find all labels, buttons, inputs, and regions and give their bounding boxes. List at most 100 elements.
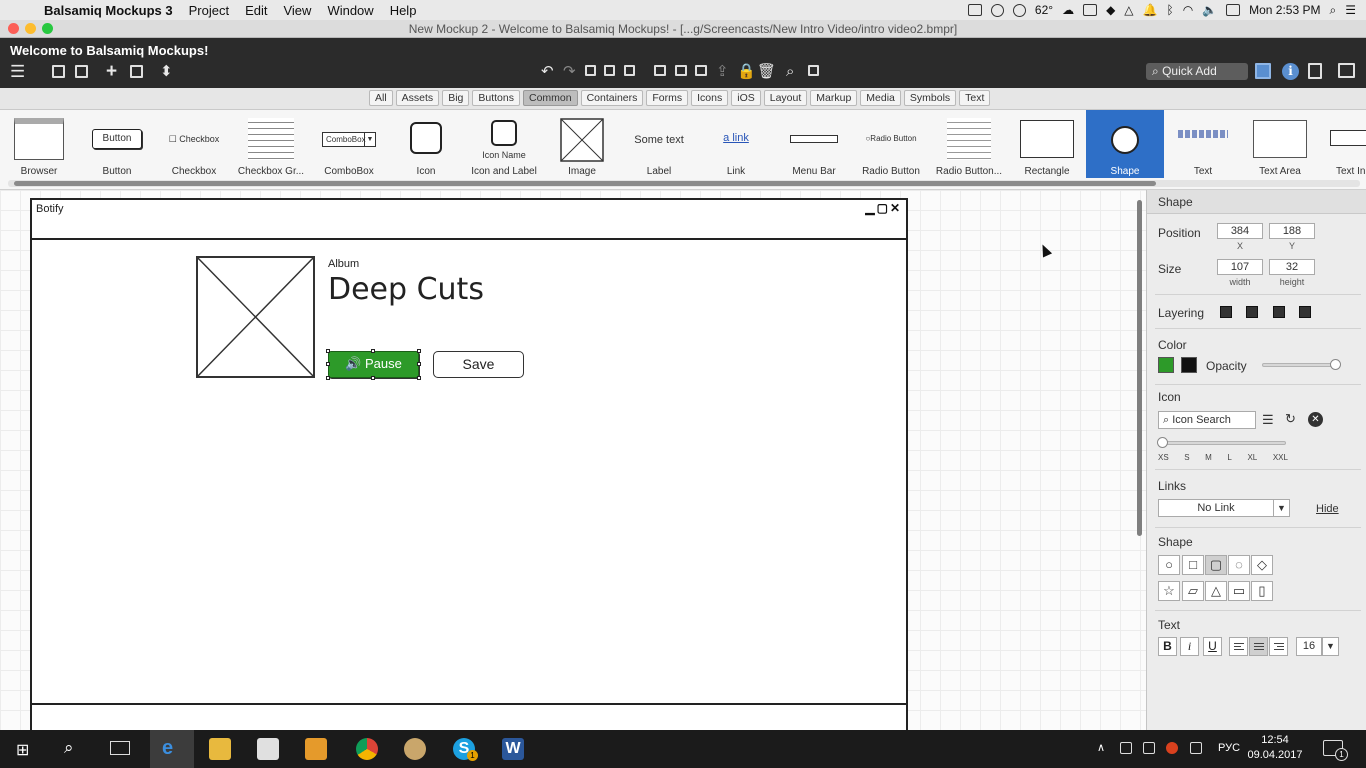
shape-dashed-circle-icon[interactable]: ◌ — [1228, 555, 1250, 575]
app-menu[interactable]: Balsamiq Mockups 3 — [40, 3, 181, 18]
library-item-icon-and-label[interactable]: Icon Name Icon and Label — [465, 110, 543, 178]
menu-view[interactable]: View — [275, 3, 319, 18]
canvas-scroll-thumb[interactable] — [1137, 200, 1142, 536]
notes-icon[interactable] — [1308, 63, 1322, 79]
copy-icon[interactable] — [604, 65, 615, 76]
align-center-icon[interactable] — [1249, 637, 1268, 656]
filter-tab-assets[interactable]: Assets — [395, 90, 440, 106]
size-l[interactable]: L — [1227, 453, 1231, 462]
spotlight-icon[interactable]: ⌕ — [1330, 3, 1337, 18]
wifi-icon[interactable]: ◠ — [1183, 3, 1193, 17]
menu-help[interactable]: Help — [382, 3, 425, 18]
italic-button[interactable]: i — [1180, 637, 1199, 656]
flip-icon[interactable]: ↻ — [1285, 411, 1296, 427]
album-image-placeholder[interactable] — [196, 256, 315, 378]
size-m[interactable]: M — [1205, 453, 1212, 462]
shape-triangle-icon[interactable]: △ — [1205, 581, 1227, 601]
keyboard-language[interactable]: РУС — [1218, 742, 1240, 754]
resize-handle[interactable] — [326, 362, 330, 366]
mockup-window[interactable]: Botify ▁▢✕ Album Deep Cuts 🔊 Pause Save — [30, 198, 908, 743]
font-size-chevron-icon[interactable]: ▼ — [1322, 637, 1339, 656]
resize-handle[interactable] — [417, 362, 421, 366]
fill-color-swatch[interactable] — [1158, 357, 1174, 373]
icon-size-slider[interactable] — [1157, 437, 1286, 448]
save-button[interactable]: Save — [433, 351, 524, 378]
donotdisturb-icon[interactable] — [1012, 3, 1026, 17]
shape-diamond-icon[interactable]: ◇ — [1251, 555, 1273, 575]
filter-tab-layout[interactable]: Layout — [763, 90, 808, 106]
resize-handle[interactable] — [326, 349, 330, 353]
align-left-icon[interactable] — [1229, 637, 1248, 656]
filter-tab-containers[interactable]: Containers — [580, 90, 644, 106]
mockup-canvas[interactable]: Botify ▁▢✕ Album Deep Cuts 🔊 Pause Save — [0, 190, 1146, 743]
bell-icon[interactable]: 🔔 — [1143, 3, 1158, 17]
library-item-combobox[interactable]: ComboBox ▼ ComboBox — [310, 110, 388, 178]
resize-handle[interactable] — [326, 376, 330, 380]
cloud-icon[interactable]: ☁ — [1062, 3, 1074, 17]
link-select[interactable]: No Link — [1158, 499, 1274, 517]
ungroup-icon[interactable] — [675, 65, 687, 76]
library-item-text-input[interactable]: Text In — [1318, 110, 1366, 178]
album-label[interactable]: Album — [328, 258, 359, 270]
grid-app-icon[interactable] — [1083, 4, 1098, 16]
zoom-icon[interactable]: ⌕ — [786, 64, 794, 80]
size-xxl[interactable]: XXL — [1273, 453, 1288, 462]
screen-record-icon[interactable] — [967, 4, 982, 16]
library-item-rectangle[interactable]: Rectangle — [1008, 110, 1086, 178]
lock-icon[interactable]: 🔒 — [737, 64, 756, 80]
position-x-field[interactable]: 384 — [1217, 223, 1263, 239]
library-item-checkbox[interactable]: ☐ Checkbox Checkbox — [155, 110, 233, 178]
resize-handle[interactable] — [417, 376, 421, 380]
paint-icon[interactable] — [404, 738, 426, 760]
shape-rectangle-icon[interactable]: □ — [1182, 555, 1204, 575]
shape-circle-icon[interactable]: ○ — [1158, 555, 1180, 575]
library-item-shape[interactable]: Shape — [1086, 110, 1164, 178]
dropbox-icon[interactable]: ◆ — [1106, 3, 1115, 17]
library-item-label[interactable]: Some text Label — [620, 110, 698, 178]
grid-view-icon[interactable] — [75, 65, 88, 78]
store-icon[interactable] — [257, 738, 279, 760]
clear-icon[interactable]: ✕ — [1308, 412, 1323, 427]
bring-to-front-icon[interactable] — [1220, 306, 1232, 318]
icon-search-input[interactable]: ⌕ Icon Search — [1158, 411, 1256, 429]
opacity-slider[interactable] — [1262, 359, 1341, 370]
library-item-text-area[interactable]: Text Area — [1241, 110, 1319, 178]
bluetooth-icon[interactable]: ᛒ — [1166, 3, 1173, 17]
library-item-browser[interactable]: Browser — [0, 110, 78, 178]
filter-tab-forms[interactable]: Forms — [646, 90, 689, 106]
action-center-icon[interactable]: 1 — [1323, 740, 1348, 761]
align-right-icon[interactable] — [1269, 637, 1288, 656]
link-dropdown-chevron-icon[interactable]: ▼ — [1273, 499, 1290, 517]
taskbar-clock[interactable]: 12:54 09.04.2017 — [1243, 733, 1307, 763]
hide-link[interactable]: Hide — [1316, 503, 1339, 515]
cut-icon[interactable] — [585, 65, 596, 76]
bring-forward-icon[interactable] — [1246, 306, 1258, 318]
shape-note-icon[interactable]: ▯ — [1251, 581, 1273, 601]
chrome-icon[interactable] — [356, 738, 378, 760]
presentation-icon[interactable] — [1338, 63, 1355, 78]
border-color-swatch[interactable] — [1181, 357, 1197, 373]
notification-center-icon[interactable]: ☰ — [1345, 3, 1356, 17]
position-y-field[interactable]: 188 — [1269, 223, 1315, 239]
library-item-radio-button[interactable]: ○Radio Button Radio Button — [852, 110, 930, 178]
duplicate-icon[interactable] — [130, 65, 143, 78]
shape-parallelogram-icon[interactable]: ▱ — [1182, 581, 1204, 601]
trash-icon[interactable]: 🗑 — [757, 64, 776, 80]
icon-browse-icon[interactable]: ☰ — [1262, 412, 1274, 428]
underline-button[interactable]: U — [1203, 637, 1222, 656]
filter-tab-all[interactable]: All — [369, 90, 393, 106]
shape-callout-icon[interactable]: ▭ — [1228, 581, 1250, 601]
menu-clock[interactable]: Mon 2:53 PM — [1249, 3, 1320, 17]
height-field[interactable]: 32 — [1269, 259, 1315, 275]
library-horizontal-scrollbar[interactable] — [8, 180, 1360, 187]
library-scroll-thumb[interactable] — [14, 181, 1156, 186]
hamburger-menu-icon[interactable]: ☰ — [10, 63, 25, 80]
library-item-menu-bar[interactable]: Menu Bar — [775, 110, 853, 178]
volume-icon[interactable]: 🔈 — [1202, 3, 1217, 17]
pause-button[interactable]: 🔊 Pause — [326, 349, 421, 380]
size-s[interactable]: S — [1184, 453, 1189, 462]
library-item-checkbox-group[interactable]: Checkbox Gr... — [232, 110, 310, 178]
search-icon[interactable]: ⌕ — [64, 738, 74, 758]
file-explorer-icon[interactable] — [209, 738, 231, 760]
shape-star-icon[interactable]: ☆ — [1158, 581, 1180, 601]
